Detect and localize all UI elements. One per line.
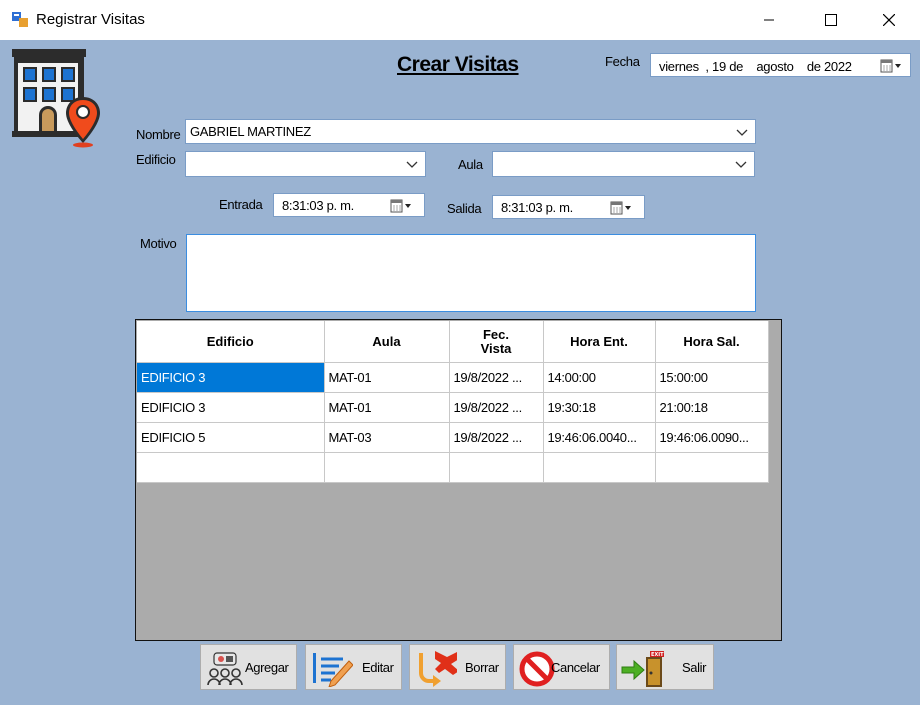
window-title: Registrar Visitas: [36, 11, 145, 28]
motivo-textarea[interactable]: [186, 234, 756, 312]
column-header-fec-vista-label: Fec. Vista: [480, 326, 512, 356]
app-icon: [12, 12, 28, 27]
nombre-combobox[interactable]: GABRIEL MARTINEZ: [185, 119, 756, 144]
fecha-label: Fecha: [605, 54, 640, 69]
page-title: Crear Visitas: [397, 53, 519, 76]
table-cell-aula[interactable]: MAT-01: [324, 362, 450, 393]
agregar-label: Agregar: [245, 660, 289, 675]
title-bar: Registrar Visitas: [0, 0, 920, 40]
column-header-fec-vista[interactable]: Fec. Vista: [449, 321, 544, 363]
table-cell-hora-ent[interactable]: 14:00:00: [543, 362, 656, 393]
borrar-label: Borrar: [465, 660, 499, 675]
table-cell-edificio[interactable]: EDIFICIO 5: [137, 422, 325, 453]
chevron-down-icon: [406, 161, 418, 168]
salida-time-picker[interactable]: 8:31:03 p. m.: [492, 195, 645, 219]
aula-label: Aula: [458, 157, 483, 172]
table-cell-hora-ent[interactable]: 19:46:06.0040...: [543, 422, 656, 453]
table-cell-hora-sal[interactable]: 19:46:06.0090...: [655, 422, 769, 453]
editar-button[interactable]: Editar: [305, 644, 402, 690]
entrada-value: 8:31:03 p. m.: [282, 198, 354, 213]
table-cell-fec-vista[interactable]: [449, 452, 544, 483]
edificio-combobox[interactable]: [185, 151, 426, 177]
motivo-label: Motivo: [140, 236, 177, 251]
entrada-time-picker[interactable]: 8:31:03 p. m.: [273, 193, 425, 217]
calendar-dropdown-icon: [390, 199, 411, 213]
nombre-label: Nombre: [136, 127, 181, 142]
salida-value: 8:31:03 p. m.: [501, 200, 573, 215]
chevron-down-icon: [735, 161, 747, 168]
add-users-icon: [207, 652, 243, 686]
table-cell-hora-sal[interactable]: 15:00:00: [655, 362, 769, 393]
delete-undo-icon: [419, 651, 457, 687]
visits-grid-table: Edificio Aula Fec. Vista Hora Ent. Hora …: [137, 321, 769, 483]
table-cell-hora-sal[interactable]: 21:00:18: [655, 392, 769, 423]
calendar-dropdown-icon: [610, 201, 631, 215]
table-cell-edificio[interactable]: [137, 452, 325, 483]
column-header-hora-ent[interactable]: Hora Ent.: [543, 321, 656, 363]
close-icon: [883, 14, 895, 26]
table-cell-fec-vista[interactable]: 19/8/2022 ...: [449, 422, 544, 453]
agregar-button[interactable]: Agregar: [200, 644, 297, 690]
table-cell-hora-ent[interactable]: [543, 452, 656, 483]
cancelar-label: Cancelar: [551, 660, 600, 675]
table-row[interactable]: EDIFICIO 5 MAT-03 19/8/2022 ... 19:46:06…: [137, 422, 769, 453]
table-cell-aula[interactable]: MAT-03: [324, 422, 450, 453]
edit-icon: [313, 653, 353, 687]
fecha-date-picker[interactable]: viernes , 19 de agosto de 2022: [650, 53, 911, 77]
minimize-icon: [764, 19, 774, 21]
table-row[interactable]: EDIFICIO 3 MAT-01 19/8/2022 ... 19:30:18…: [137, 392, 769, 423]
nombre-value: GABRIEL MARTINEZ: [190, 124, 311, 139]
close-button[interactable]: [866, 0, 912, 40]
fecha-value: viernes , 19 de agosto de 2022: [659, 59, 852, 74]
salida-label: Salida: [447, 201, 482, 216]
chevron-down-icon: [736, 129, 748, 136]
table-cell-aula[interactable]: MAT-01: [324, 392, 450, 423]
calendar-dropdown-icon: [880, 59, 901, 73]
edificio-label: Edificio: [136, 152, 176, 167]
table-new-row[interactable]: [137, 452, 769, 483]
visits-table[interactable]: Edificio Aula Fec. Vista Hora Ent. Hora …: [135, 319, 782, 641]
table-cell-fec-vista[interactable]: 19/8/2022 ...: [449, 362, 544, 393]
minimize-button[interactable]: [746, 0, 792, 40]
maximize-icon: [825, 14, 837, 26]
exit-door-icon: EXIT: [621, 651, 664, 687]
cancelar-button[interactable]: Cancelar: [513, 644, 610, 690]
table-cell-fec-vista[interactable]: 19/8/2022 ...: [449, 392, 544, 423]
maximize-button[interactable]: [808, 0, 854, 40]
entrada-label: Entrada: [219, 197, 263, 212]
column-header-hora-sal[interactable]: Hora Sal.: [655, 321, 769, 363]
salir-label: Salir: [682, 660, 707, 675]
aula-combobox[interactable]: [492, 151, 755, 177]
table-header-row: Edificio Aula Fec. Vista Hora Ent. Hora …: [137, 321, 769, 363]
form-area: Crear Visitas Fecha viernes , 19 de agos…: [0, 40, 920, 705]
building-location-icon: [12, 49, 100, 148]
salir-button[interactable]: EXIT Salir: [616, 644, 714, 690]
borrar-button[interactable]: Borrar: [409, 644, 506, 690]
column-header-aula[interactable]: Aula: [324, 321, 450, 363]
table-cell-edificio[interactable]: EDIFICIO 3: [137, 392, 325, 423]
table-cell-edificio[interactable]: EDIFICIO 3: [137, 362, 325, 393]
table-cell-hora-ent[interactable]: 19:30:18: [543, 392, 656, 423]
editar-label: Editar: [362, 660, 394, 675]
table-cell-hora-sal[interactable]: [655, 452, 769, 483]
column-header-edificio[interactable]: Edificio: [137, 321, 325, 363]
table-row[interactable]: EDIFICIO 3 MAT-01 19/8/2022 ... 14:00:00…: [137, 362, 769, 393]
table-cell-aula[interactable]: [324, 452, 450, 483]
